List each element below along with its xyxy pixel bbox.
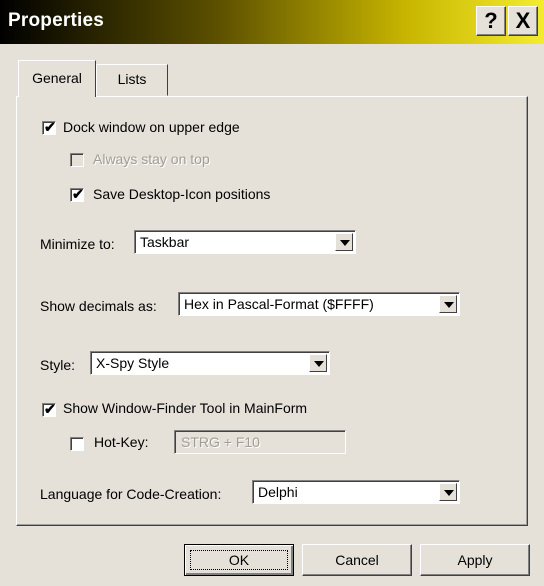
style-label: Style: — [40, 357, 76, 373]
show-decimals-label: Show decimals as: — [40, 298, 157, 314]
properties-dialog: Properties ? X General Lists ✔ Dock wind… — [0, 0, 544, 586]
check-mark-icon: ✔ — [72, 186, 84, 202]
focus-rectangle — [190, 550, 288, 570]
window-title: Properties — [8, 10, 104, 31]
language-label: Language for Code-Creation: — [40, 486, 222, 502]
help-button[interactable]: ? — [476, 6, 506, 36]
always-on-top-checkbox[interactable] — [70, 153, 84, 167]
show-finder-checkbox[interactable]: ✔ — [42, 401, 56, 417]
apply-button[interactable]: Apply — [420, 544, 530, 576]
style-value: X-Spy Style — [96, 355, 170, 371]
hotkey-field[interactable]: STRG + F10 — [174, 430, 346, 454]
minimize-to-label: Minimize to: — [40, 236, 115, 252]
hotkey-value: STRG + F10 — [181, 434, 260, 450]
tab-lists[interactable]: Lists — [96, 64, 168, 96]
show-finder-label: Show Window-Finder Tool in MainForm — [63, 400, 308, 416]
show-decimals-select[interactable]: Hex in Pascal-Format ($FFFF) — [178, 292, 460, 316]
hotkey-checkbox[interactable] — [70, 437, 84, 451]
title-bar[interactable]: Properties ? X — [0, 0, 544, 44]
chevron-down-icon[interactable] — [439, 483, 457, 501]
minimize-to-value: Taskbar — [140, 234, 190, 250]
language-select[interactable]: Delphi — [252, 480, 460, 504]
save-icons-label: Save Desktop-Icon positions — [93, 186, 271, 202]
close-button[interactable]: X — [508, 6, 538, 36]
chevron-down-icon[interactable] — [335, 233, 353, 251]
chevron-down-icon[interactable] — [309, 354, 327, 372]
show-decimals-value: Hex in Pascal-Format ($FFFF) — [184, 296, 374, 312]
save-icons-checkbox[interactable]: ✔ — [70, 186, 84, 202]
check-mark-icon: ✔ — [44, 401, 56, 417]
cancel-button[interactable]: Cancel — [302, 544, 412, 576]
tab-general[interactable]: General — [18, 60, 96, 97]
ok-button[interactable]: OK — [184, 544, 294, 576]
chevron-down-icon[interactable] — [439, 295, 457, 313]
dock-window-label: Dock window on upper edge — [63, 119, 240, 135]
language-value: Delphi — [258, 484, 298, 500]
dock-window-checkbox[interactable]: ✔ — [42, 119, 56, 135]
hotkey-label: Hot-Key: — [94, 434, 149, 450]
always-on-top-label: Always stay on top — [93, 151, 210, 167]
style-select[interactable]: X-Spy Style — [90, 351, 330, 375]
minimize-to-select[interactable]: Taskbar — [134, 230, 356, 254]
check-mark-icon: ✔ — [44, 119, 56, 135]
